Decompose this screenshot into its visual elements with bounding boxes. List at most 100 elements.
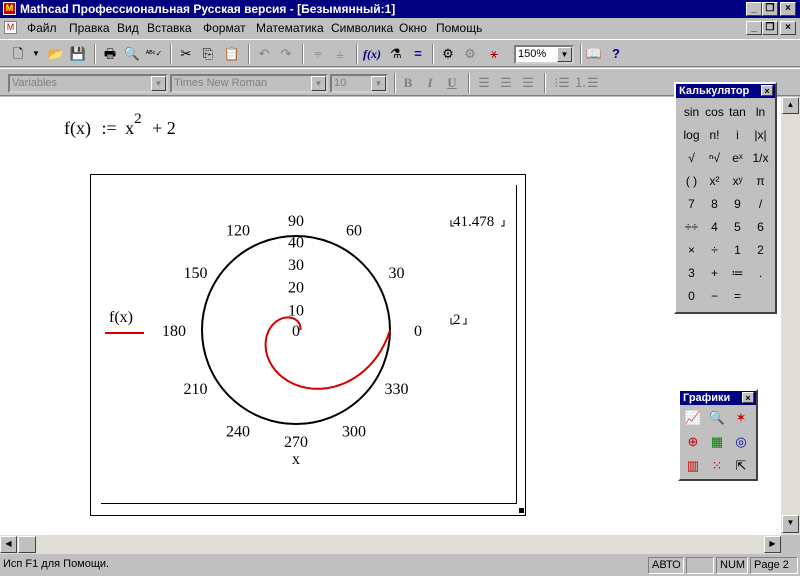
font-select[interactable]: Times New Roman ▼ <box>170 74 328 93</box>
chevron-down-icon[interactable]: ▼ <box>151 76 166 91</box>
menu-symbolics[interactable]: Символика <box>331 21 393 35</box>
scroll-left-button[interactable]: ◀ <box>0 536 17 553</box>
calc-plus-button[interactable]: + <box>703 262 726 285</box>
calc-digit-8-button[interactable]: 8 <box>703 193 726 216</box>
maximize-button[interactable]: ❐ <box>762 2 778 16</box>
surface-plot-icon[interactable]: ▦ <box>706 431 728 453</box>
calc-digit-1-button[interactable]: 1 <box>726 239 749 262</box>
help-icon[interactable]: ? <box>606 44 626 64</box>
close-icon[interactable]: × <box>761 85 773 96</box>
calc-equals-button[interactable]: = <box>726 285 749 308</box>
calc-digit-7-button[interactable]: 7 <box>680 193 703 216</box>
calc-decimal-button[interactable]: . <box>749 262 772 285</box>
calculate-icon[interactable]: = <box>408 44 428 64</box>
align-right-icon[interactable]: ☰ <box>518 73 538 93</box>
calc-ln-button[interactable]: ln <box>749 101 772 124</box>
calc-sqrt-button[interactable]: √ <box>680 147 703 170</box>
chevron-down-icon[interactable]: ▼ <box>311 76 326 91</box>
horizontal-scrollbar[interactable]: ◀ ▶ <box>0 535 781 554</box>
app-icon[interactable]: M <box>3 2 16 15</box>
calc-pi-button[interactable]: π <box>749 170 772 193</box>
insert-function-icon[interactable]: f(x) <box>362 44 382 64</box>
menu-insert[interactable]: Вставка <box>147 21 192 35</box>
scroll-up-button[interactable]: ▲ <box>782 97 799 114</box>
print-preview-icon[interactable]: 🔍 <box>122 44 142 64</box>
menu-help[interactable]: Помощь <box>436 21 482 35</box>
calc-abs-button[interactable]: |x| <box>749 124 772 147</box>
calc-exp-button[interactable]: eˣ <box>726 147 749 170</box>
calc-nth-root-button[interactable]: ⁿ√ <box>703 147 726 170</box>
calc-minus-button[interactable]: − <box>703 285 726 308</box>
cut-icon[interactable]: ✂ <box>176 44 196 64</box>
chevron-down-icon[interactable]: ▼ <box>371 76 386 91</box>
save-icon[interactable]: 💾 <box>68 44 88 64</box>
calc-log-button[interactable]: log <box>680 124 703 147</box>
resource-icon[interactable]: ⚹ <box>484 44 504 64</box>
worksheet[interactable]: f(x) := x2 + 2 90 60 30 0 330 300 270 240 210 180… <box>0 97 781 535</box>
style-select[interactable]: Variables ▼ <box>8 74 168 93</box>
calc-divide-button[interactable]: ÷ <box>703 239 726 262</box>
calc-cos-button[interactable]: cos <box>703 101 726 124</box>
scroll-right-button[interactable]: ▶ <box>764 536 781 553</box>
calc-digit-3-button[interactable]: 3 <box>680 262 703 285</box>
calc-factorial-button[interactable]: n! <box>703 124 726 147</box>
print-icon[interactable]: 🖶 <box>100 44 120 64</box>
open-icon[interactable]: 📂 <box>46 44 66 64</box>
calc-power-button[interactable]: xʸ <box>726 170 749 193</box>
menu-format[interactable]: Формат <box>203 21 246 35</box>
menu-window[interactable]: Окно <box>399 21 427 35</box>
zoom-icon[interactable]: 🔍 <box>706 407 728 429</box>
menu-view[interactable]: Вид <box>117 21 139 35</box>
doc-minimize-button[interactable]: _ <box>746 21 762 35</box>
size-select[interactable]: 10 ▼ <box>330 74 388 93</box>
zoom-select[interactable]: 150% ▼ <box>514 45 574 64</box>
align-top-icon[interactable]: ⫧ <box>308 44 328 64</box>
scroll-thumb[interactable]: ▼ <box>782 515 799 533</box>
insert-component-icon[interactable]: ⚙ <box>438 44 458 64</box>
doc-icon[interactable]: M <box>4 21 17 34</box>
bar-plot-3d-icon[interactable]: ▥ <box>682 455 704 477</box>
redo-icon[interactable]: ↷ <box>276 44 296 64</box>
underline-button[interactable]: U <box>442 73 462 93</box>
calc-times-button[interactable]: × <box>680 239 703 262</box>
doc-restore-button[interactable]: ❐ <box>762 21 778 35</box>
polar-plot-icon[interactable]: ⊕ <box>682 431 704 453</box>
calc-digit-6-button[interactable]: 6 <box>749 216 772 239</box>
italic-button[interactable]: I <box>420 73 440 93</box>
calc-digit-5-button[interactable]: 5 <box>726 216 749 239</box>
calc-reciprocal-button[interactable]: 1/x <box>749 147 772 170</box>
resource-center-icon[interactable]: 📖 <box>584 44 604 64</box>
numbering-icon[interactable]: ⒈☰ <box>574 73 599 93</box>
contour-plot-icon[interactable]: ◎ <box>730 431 752 453</box>
calc-sin-button[interactable]: sin <box>680 101 703 124</box>
calc-digit-2-button[interactable]: 2 <box>749 239 772 262</box>
bold-button[interactable]: B <box>398 73 418 93</box>
spell-check-icon[interactable]: ᴬᴮᶜ✓ <box>144 44 164 64</box>
calculator-title-bar[interactable]: Калькулятор × <box>676 84 775 98</box>
vector-field-icon[interactable]: ⇱ <box>730 455 752 477</box>
insert-unit-icon[interactable]: ⚗ <box>386 44 406 64</box>
menu-math[interactable]: Математика <box>256 21 324 35</box>
scroll-h-thumb[interactable] <box>18 536 36 553</box>
polar-plot[interactable]: 90 60 30 0 330 300 270 240 210 180 150 120 10 20 30 40 0… <box>90 174 526 516</box>
paste-icon[interactable]: 📋 <box>222 44 242 64</box>
calc-parens-button[interactable]: ( ) <box>680 170 703 193</box>
align-center-icon[interactable]: ☰ <box>496 73 516 93</box>
calc-square-button[interactable]: x² <box>703 170 726 193</box>
chevron-down-icon[interactable]: ▼ <box>557 47 572 62</box>
align-down-icon[interactable]: ⫨ <box>330 44 350 64</box>
calc-digit-0-button[interactable]: 0 <box>680 285 703 308</box>
minimize-button[interactable]: _ <box>746 2 762 16</box>
xy-plot-icon[interactable]: 📈 <box>682 407 704 429</box>
calc-imaginary-button[interactable]: i <box>726 124 749 147</box>
undo-icon[interactable]: ↶ <box>254 44 274 64</box>
calc-tan-button[interactable]: tan <box>726 101 749 124</box>
calc-slash-button[interactable]: / <box>749 193 772 216</box>
align-left-icon[interactable]: ☰ <box>474 73 494 93</box>
bullets-icon[interactable]: ⁝☰ <box>552 73 572 93</box>
graphs-title-bar[interactable]: Графики × <box>680 391 756 405</box>
vertical-scrollbar-track[interactable]: ▲ ▼ <box>781 97 800 535</box>
close-icon[interactable]: × <box>742 392 754 403</box>
run-macro-icon[interactable]: ⚙ <box>460 44 480 64</box>
doc-close-button[interactable]: × <box>780 21 796 35</box>
